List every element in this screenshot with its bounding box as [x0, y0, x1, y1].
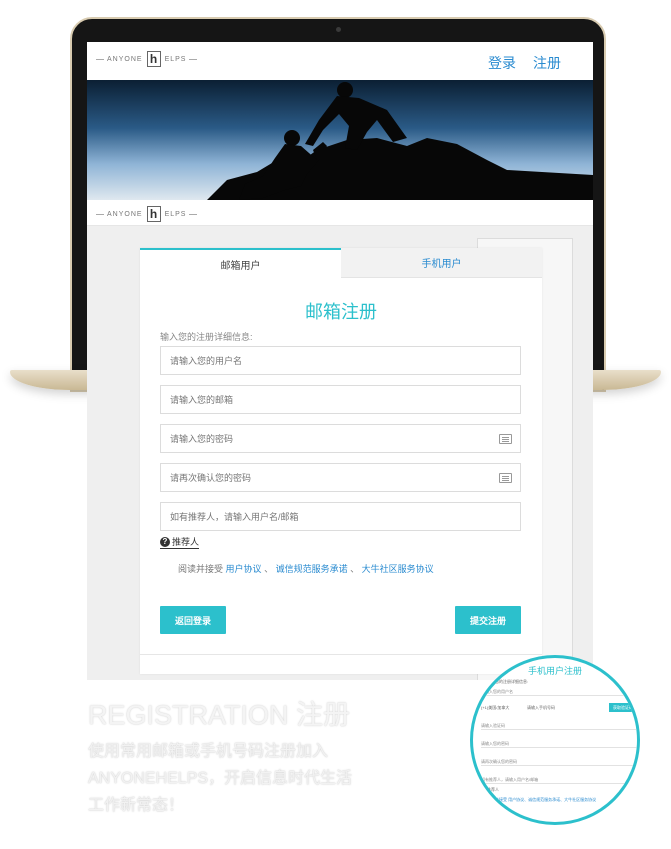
username-input[interactable] [160, 346, 521, 375]
climbers-silhouette [207, 82, 593, 200]
agree-separator: 、 [350, 564, 360, 574]
logo-mark: h [146, 51, 161, 67]
screen: ANYONE h ELPS 登录 注册 ANYONE h ELPS 邮箱用户 手… [87, 42, 593, 680]
agree-prefix: 阅读并接受 [178, 564, 224, 574]
back-to-login-button[interactable]: 返回登录 [160, 606, 226, 634]
registration-heading: REGISTRATION 注册 [88, 700, 351, 730]
magnifier-field: 请输入您的密码 [481, 740, 637, 748]
tab-email-user[interactable]: 邮箱用户 [140, 248, 341, 278]
register-card: 邮箱用户 手机用户 邮箱注册 输入您的注册详细信息: ? 推荐人 阅读并接受 用… [140, 248, 542, 674]
password-input[interactable] [160, 424, 521, 453]
hero-banner [87, 80, 593, 200]
user-agreement-link[interactable]: 用户协议 [226, 564, 262, 574]
email-input[interactable] [160, 385, 521, 414]
sub-logo-text-right: ELPS [164, 210, 187, 218]
magnifier-country: (+1)美国/加拿大 [481, 705, 510, 710]
logo[interactable]: ANYONE h ELPS [93, 51, 200, 67]
keyboard-icon[interactable] [499, 434, 512, 444]
community-agreement-link[interactable]: 大牛社区服务协议 [362, 564, 434, 574]
magnifier-title: 手机用户注册 [527, 666, 582, 676]
confirm-password-input[interactable] [160, 463, 521, 492]
top-bar: ANYONE h ELPS 登录 注册 [87, 42, 593, 80]
registration-description: 使用常用邮箱或手机号码注册加入ANYONEHELPS，开启信息时代生活工作新常态… [88, 743, 353, 814]
agree-separator: 、 [264, 564, 274, 574]
magnifier-agree: 阅读并接受 用户协议、诚信规范服务承诺、大牛社区服务协议 [487, 797, 597, 802]
integrity-commitment-link[interactable]: 诚信规范服务承诺 [276, 564, 348, 574]
tab-phone-user[interactable]: 手机用户 [341, 248, 542, 278]
submit-register-button[interactable]: 提交注册 [455, 606, 521, 634]
question-icon: ? [160, 536, 170, 547]
card-divider [140, 654, 542, 655]
sub-logo-mark: h [146, 206, 161, 222]
referrer-input[interactable] [160, 502, 521, 531]
magnifier-code-button: 获取验证码 [609, 703, 637, 712]
referrer-toggle[interactable]: ? 推荐人 [160, 535, 200, 549]
camera-dot [336, 27, 341, 32]
logo-text-right: ELPS [164, 55, 187, 63]
referrer-label: 推荐人 [172, 537, 200, 547]
agreement-text: 阅读并接受 用户协议 、 诚信规范服务承诺 、 大牛社区服务协议 [178, 562, 434, 575]
sub-logo-text-left: ANYONE [107, 210, 143, 218]
magnifier-hint: 输入您的注册详细信息: [487, 679, 529, 684]
keyboard-icon[interactable] [499, 473, 512, 483]
magnifier-referrer: 推荐人 [487, 787, 499, 792]
sub-header: ANYONE h ELPS [87, 200, 593, 226]
form-hint: 输入您的注册详细信息: [160, 332, 253, 342]
magnifier-field: 如有推荐人，请输入用户名/邮箱 [481, 776, 637, 784]
magnifier-phone: 请输入手机号码 [527, 705, 555, 710]
form-title: 邮箱注册 [305, 302, 377, 322]
magnifier-field: 请输入您的用户名 [481, 688, 637, 696]
magnifier-field: 请输入验证码 [481, 722, 637, 730]
phone-register-magnifier: 手机用户注册 输入您的注册详细信息: 请输入您的用户名 (+1)美国/加拿大 请… [470, 655, 640, 825]
sub-logo[interactable]: ANYONE h ELPS [93, 206, 200, 222]
login-link[interactable]: 登录 [488, 53, 516, 73]
logo-text-left: ANYONE [107, 55, 143, 63]
magnifier-field: 请再次确认您的密码 [481, 758, 637, 766]
register-link[interactable]: 注册 [533, 53, 561, 73]
